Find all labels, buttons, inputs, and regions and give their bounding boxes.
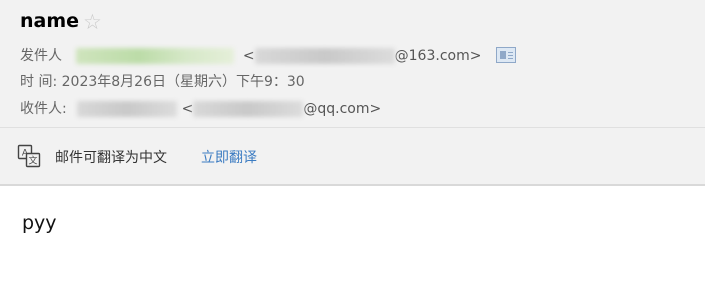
sender-address-open: < (242, 48, 255, 64)
time-label: 时 间: (20, 74, 58, 90)
sender-row: 发件人 < @163.com> (20, 45, 481, 67)
svg-text:文: 文 (28, 155, 37, 167)
recipient-row: 收件人: < @qq.com> (20, 98, 381, 120)
recipient-address-redacted (193, 101, 304, 117)
email-body: pyy (22, 212, 57, 234)
time-value: 2023年8月26日（星期六）下午9：30 (61, 74, 305, 90)
recipient-name-redacted[interactable] (77, 101, 178, 117)
email-header: name ☆ 发件人 < @163.com> 时 间: 2023年8月26日（星期… (0, 0, 705, 127)
sender-address-domain: @163.com> (394, 48, 482, 64)
translate-message: 邮件可翻译为中文 (55, 150, 167, 166)
translate-icon[interactable]: A 文 (17, 144, 41, 168)
body-divider (0, 184, 705, 186)
sender-address-redacted (254, 48, 395, 64)
sender-name-redacted[interactable] (76, 48, 235, 64)
translate-now-link[interactable]: 立即翻译 (201, 147, 257, 169)
email-subject: name (20, 10, 80, 32)
sender-label: 发件人 (20, 48, 62, 64)
time-row: 时 间: 2023年8月26日（星期六）下午9：30 (20, 71, 305, 93)
contact-card-icon[interactable] (496, 47, 516, 63)
star-icon[interactable]: ☆ (83, 9, 102, 35)
recipient-address-domain: @qq.com> (303, 101, 382, 117)
recipient-label: 收件人: (20, 101, 67, 117)
recipient-address-open: < (181, 101, 194, 117)
